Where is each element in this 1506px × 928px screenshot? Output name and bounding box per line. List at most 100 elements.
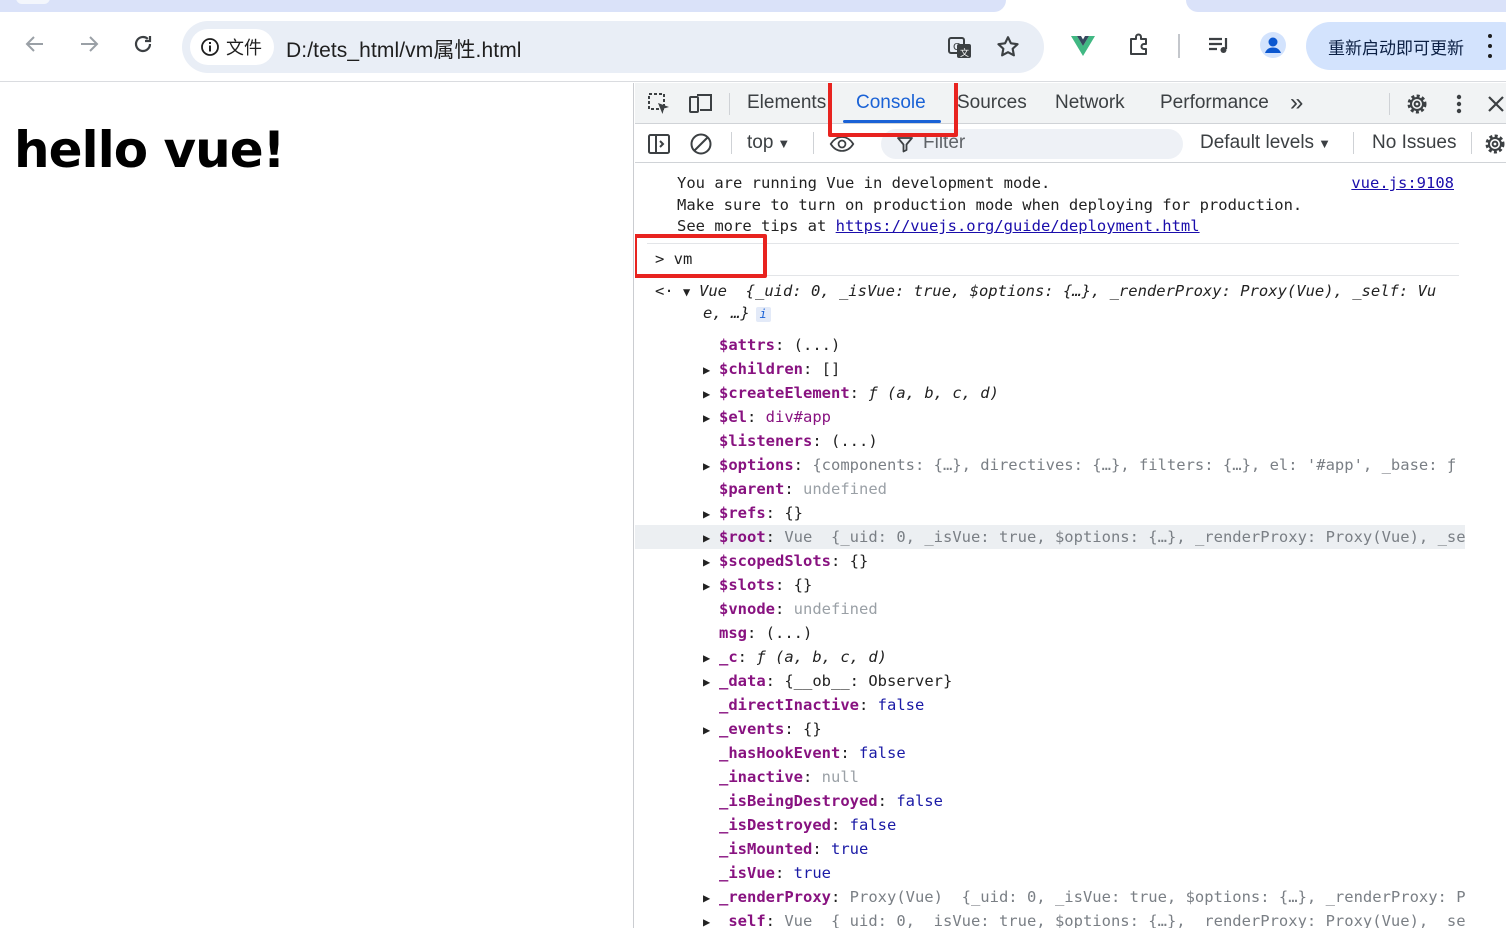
- property-value[interactable]: (...): [794, 336, 841, 354]
- deployment-guide-link[interactable]: https://vuejs.org/guide/deployment.html: [836, 217, 1200, 235]
- property-row[interactable]: ▶ _self: Vue {_uid: 0, _isVue: true, $opt…: [635, 909, 1465, 928]
- extensions-button[interactable]: [1124, 30, 1154, 60]
- property-key: _isBeingDestroyed: [719, 792, 878, 810]
- property-row: _isVue: true: [635, 861, 1465, 885]
- vue-devtools-extension-button[interactable]: [1068, 30, 1098, 60]
- property-key: $refs: [719, 504, 766, 522]
- console-message-line: See more tips at https://vuejs.org/guide…: [677, 217, 1200, 235]
- filter-icon: [897, 137, 913, 153]
- property-value: false: [896, 792, 943, 810]
- media-control-button[interactable]: [1204, 30, 1234, 60]
- expand-triangle-icon[interactable]: ▶: [703, 459, 719, 473]
- expand-triangle-icon[interactable]: ▶: [703, 411, 719, 425]
- property-key: _data: [719, 672, 766, 690]
- property-row[interactable]: ▶ $el: div#app: [635, 405, 1465, 429]
- property-row[interactable]: ▶ $refs: {}: [635, 501, 1465, 525]
- property-key: _events: [719, 720, 785, 738]
- property-value: []: [821, 360, 841, 378]
- context-label: top: [747, 132, 774, 153]
- result-arrow-icon: <·: [655, 282, 683, 300]
- expand-triangle-icon[interactable]: ▶: [703, 915, 719, 928]
- property-row[interactable]: ▶ $scopedSlots: {}: [635, 549, 1465, 573]
- translate-button[interactable]: G文: [946, 33, 974, 61]
- expand-triangle-icon[interactable]: ▶: [703, 387, 719, 401]
- property-value: {components: {…}, directives: {…}, filte…: [812, 456, 1457, 474]
- profile-button[interactable]: [1258, 30, 1288, 60]
- block-icon: [690, 133, 712, 155]
- address-bar[interactable]: 文件 D:/tets_html/vm属性.html G文: [182, 21, 1044, 73]
- property-key: $createElement: [719, 384, 850, 402]
- reload-button[interactable]: [127, 28, 159, 60]
- expand-triangle-icon[interactable]: ▶: [703, 891, 719, 905]
- property-row[interactable]: ▶ _events: {}: [635, 717, 1465, 741]
- tab-sources[interactable]: Sources: [957, 92, 1027, 114]
- tab-elements[interactable]: Elements: [747, 92, 826, 114]
- expand-triangle-icon[interactable]: ▶: [703, 651, 719, 665]
- property-key: _directInactive: [719, 696, 859, 714]
- property-colon: :: [737, 648, 757, 666]
- result-summary-text: Vue {_uid: 0, _isVue: true, $options: {……: [699, 282, 1437, 300]
- property-row[interactable]: ▶ $root: Vue {_uid: 0, _isVue: true, $opt…: [635, 525, 1465, 549]
- expand-triangle-icon[interactable]: ▶: [703, 723, 719, 737]
- arrow-left-icon: [25, 36, 43, 52]
- log-levels-dropdown[interactable]: Default levels ▼: [1200, 132, 1331, 154]
- result-summary-row[interactable]: <· ▼ Vue {_uid: 0, _isVue: true, $options…: [655, 282, 1475, 300]
- avatar-icon: [1260, 32, 1286, 58]
- property-colon: :: [775, 600, 794, 618]
- issues-counter[interactable]: No Issues: [1372, 132, 1456, 154]
- context-selector[interactable]: top ▼: [747, 132, 790, 154]
- property-colon: :: [812, 432, 831, 450]
- inspect-element-button[interactable]: [645, 90, 673, 118]
- forward-button[interactable]: [73, 28, 105, 60]
- property-row[interactable]: ▶ _c: ƒ (a, b, c, d): [635, 645, 1465, 669]
- expand-triangle-icon[interactable]: ▼: [683, 285, 699, 299]
- devtools-close-button[interactable]: [1483, 90, 1506, 118]
- console-settings-button[interactable]: [1481, 130, 1506, 158]
- property-row[interactable]: ▶ $slots: {}: [635, 573, 1465, 597]
- property-colon: :: [765, 528, 785, 546]
- sidebar-icon: [648, 134, 670, 154]
- property-row[interactable]: ▶ _data: {__ob__: Observer}: [635, 669, 1465, 693]
- expand-triangle-icon[interactable]: ▶: [703, 531, 719, 545]
- url-text[interactable]: D:/tets_html/vm属性.html: [286, 34, 522, 64]
- bookmark-button[interactable]: [994, 33, 1022, 61]
- property-row[interactable]: ▶ $options: {components: {…}, directives:…: [635, 453, 1465, 477]
- property-key: $children: [719, 360, 803, 378]
- gear-icon: [1485, 134, 1505, 154]
- property-value[interactable]: (...): [831, 432, 878, 450]
- page-heading: hello vue!: [14, 121, 285, 179]
- device-toolbar-button[interactable]: [687, 90, 715, 118]
- message-separator: [647, 275, 1459, 276]
- restart-to-update-button[interactable]: 重新启动即可更新: [1306, 22, 1506, 70]
- back-button[interactable]: [19, 28, 51, 60]
- clear-console-button[interactable]: [687, 130, 715, 158]
- console-toolbar-divider: [1471, 132, 1472, 154]
- info-badge-icon[interactable]: i: [755, 307, 771, 322]
- property-key: $scopedSlots: [719, 552, 831, 570]
- console-sidebar-button[interactable]: [645, 130, 673, 158]
- site-info-chip[interactable]: 文件: [190, 29, 274, 65]
- expand-triangle-icon[interactable]: ▶: [703, 579, 719, 593]
- property-row[interactable]: ▶ $children: []: [635, 357, 1465, 381]
- devtools-menu-button[interactable]: [1449, 90, 1469, 118]
- tab-network[interactable]: Network: [1055, 92, 1125, 114]
- expand-triangle-icon[interactable]: ▶: [703, 675, 719, 689]
- property-row[interactable]: ▶ _renderProxy: Proxy(Vue) {_uid: 0, _isV…: [635, 885, 1465, 909]
- browser-tab-secondary[interactable]: [1186, 0, 1506, 12]
- expand-triangle-icon[interactable]: ▶: [703, 507, 719, 521]
- expand-triangle-icon[interactable]: ▶: [703, 363, 719, 377]
- expand-triangle-icon[interactable]: ▶: [703, 555, 719, 569]
- inspect-icon: [648, 93, 669, 114]
- arrow-right-icon: [81, 36, 99, 52]
- browser-tab[interactable]: [0, 0, 1006, 12]
- property-colon: :: [803, 768, 822, 786]
- property-row[interactable]: ▶ $createElement: ƒ (a, b, c, d): [635, 381, 1465, 405]
- tab-performance[interactable]: Performance: [1160, 92, 1269, 114]
- more-tabs-chevron-icon[interactable]: »: [1290, 89, 1303, 117]
- property-key: $slots: [719, 576, 775, 594]
- property-value[interactable]: (...): [766, 624, 813, 642]
- source-location-link[interactable]: vue.js:9108: [1351, 174, 1454, 192]
- more-menu-icon[interactable]: [1480, 34, 1500, 58]
- devtools-settings-button[interactable]: [1403, 90, 1431, 118]
- console-message-line: Make sure to turn on production mode whe…: [677, 196, 1303, 214]
